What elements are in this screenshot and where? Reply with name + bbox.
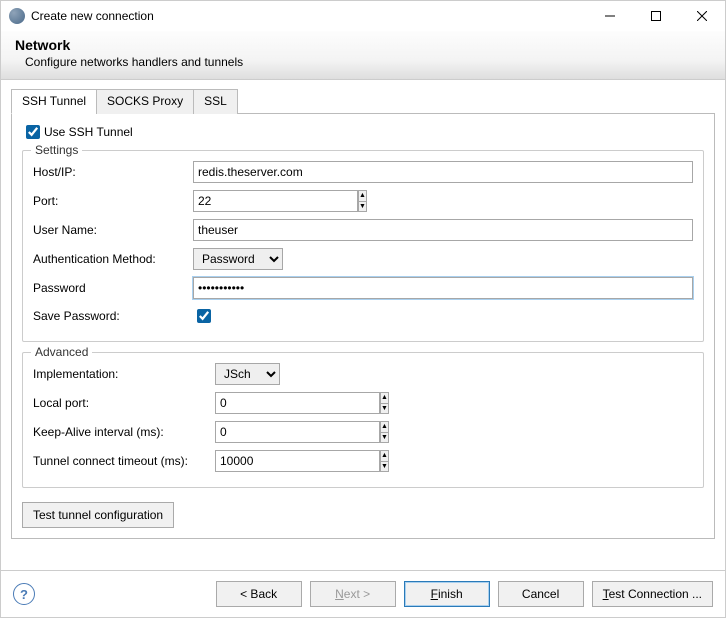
settings-legend: Settings (31, 143, 82, 157)
minimize-button[interactable] (587, 1, 633, 31)
timeout-spinner: ▲ ▼ (215, 450, 295, 472)
tab-ssh-tunnel[interactable]: SSH Tunnel (11, 89, 97, 114)
tab-socks-proxy[interactable]: SOCKS Proxy (96, 89, 194, 114)
use-ssh-label: Use SSH Tunnel (44, 125, 133, 139)
page-title: Network (15, 37, 711, 53)
test-connection-button[interactable]: Test Connection ... (592, 581, 713, 607)
dialog-header: Network Configure networks handlers and … (1, 31, 725, 80)
local-port-spin-down[interactable]: ▼ (381, 403, 388, 414)
dialog-window: Create new connection Network Configure … (0, 0, 726, 618)
port-spin-down[interactable]: ▼ (359, 201, 366, 212)
close-button[interactable] (679, 1, 725, 31)
titlebar: Create new connection (1, 1, 725, 31)
local-port-input[interactable] (215, 392, 380, 414)
window-title: Create new connection (31, 9, 587, 23)
password-input[interactable] (193, 277, 693, 299)
keepalive-spinner: ▲ ▼ (215, 421, 295, 443)
tab-ssl[interactable]: SSL (193, 89, 238, 114)
local-port-spin-buttons: ▲ ▼ (380, 392, 389, 414)
cancel-button[interactable]: Cancel (498, 581, 584, 607)
port-label: Port: (33, 194, 193, 208)
timeout-label: Tunnel connect timeout (ms): (33, 454, 215, 468)
timeout-spin-up[interactable]: ▲ (381, 451, 388, 461)
timeout-input[interactable] (215, 450, 380, 472)
port-spin-up[interactable]: ▲ (359, 191, 366, 201)
window-controls (587, 1, 725, 31)
test-tunnel-button[interactable]: Test tunnel configuration (22, 502, 174, 528)
advanced-group: Advanced Implementation: JSch Local port… (22, 352, 704, 488)
keepalive-spin-up[interactable]: ▲ (381, 422, 388, 432)
help-button[interactable]: ? (13, 583, 35, 605)
timeout-spin-down[interactable]: ▼ (381, 461, 388, 472)
dialog-footer: ? < Back Next > Finish Cancel Test Conne… (1, 570, 725, 617)
use-ssh-checkbox[interactable] (26, 125, 40, 139)
host-input[interactable] (193, 161, 693, 183)
timeout-spin-buttons: ▲ ▼ (380, 450, 389, 472)
host-label: Host/IP: (33, 165, 193, 179)
next-button[interactable]: Next > (310, 581, 396, 607)
username-input[interactable] (193, 219, 693, 241)
username-label: User Name: (33, 223, 193, 237)
use-ssh-row: Use SSH Tunnel (22, 122, 704, 142)
port-spinner: ▲ ▼ (193, 190, 253, 212)
keepalive-input[interactable] (215, 421, 380, 443)
local-port-label: Local port: (33, 396, 215, 410)
keepalive-spin-down[interactable]: ▼ (381, 432, 388, 443)
save-password-label: Save Password: (33, 309, 193, 323)
keepalive-label: Keep-Alive interval (ms): (33, 425, 215, 439)
local-port-spin-up[interactable]: ▲ (381, 393, 388, 403)
auth-method-select[interactable]: Password (193, 248, 283, 270)
tabbar: SSH Tunnel SOCKS Proxy SSL (11, 88, 715, 114)
port-spin-buttons: ▲ ▼ (358, 190, 367, 212)
settings-group: Settings Host/IP: Port: ▲ ▼ (22, 150, 704, 342)
advanced-legend: Advanced (31, 345, 92, 359)
implementation-label: Implementation: (33, 367, 215, 381)
maximize-button[interactable] (633, 1, 679, 31)
password-label: Password (33, 281, 193, 295)
finish-button[interactable]: Finish (404, 581, 490, 607)
keepalive-spin-buttons: ▲ ▼ (380, 421, 389, 443)
local-port-spinner: ▲ ▼ (215, 392, 295, 414)
implementation-select[interactable]: JSch (215, 363, 280, 385)
save-password-checkbox[interactable] (197, 309, 211, 323)
page-subtitle: Configure networks handlers and tunnels (25, 55, 711, 69)
auth-method-label: Authentication Method: (33, 252, 193, 266)
dialog-body: SSH Tunnel SOCKS Proxy SSL Use SSH Tunne… (1, 80, 725, 570)
port-input[interactable] (193, 190, 358, 212)
app-icon (9, 8, 25, 24)
back-button[interactable]: < Back (216, 581, 302, 607)
tab-panel-ssh: Use SSH Tunnel Settings Host/IP: Port: ▲… (11, 114, 715, 539)
